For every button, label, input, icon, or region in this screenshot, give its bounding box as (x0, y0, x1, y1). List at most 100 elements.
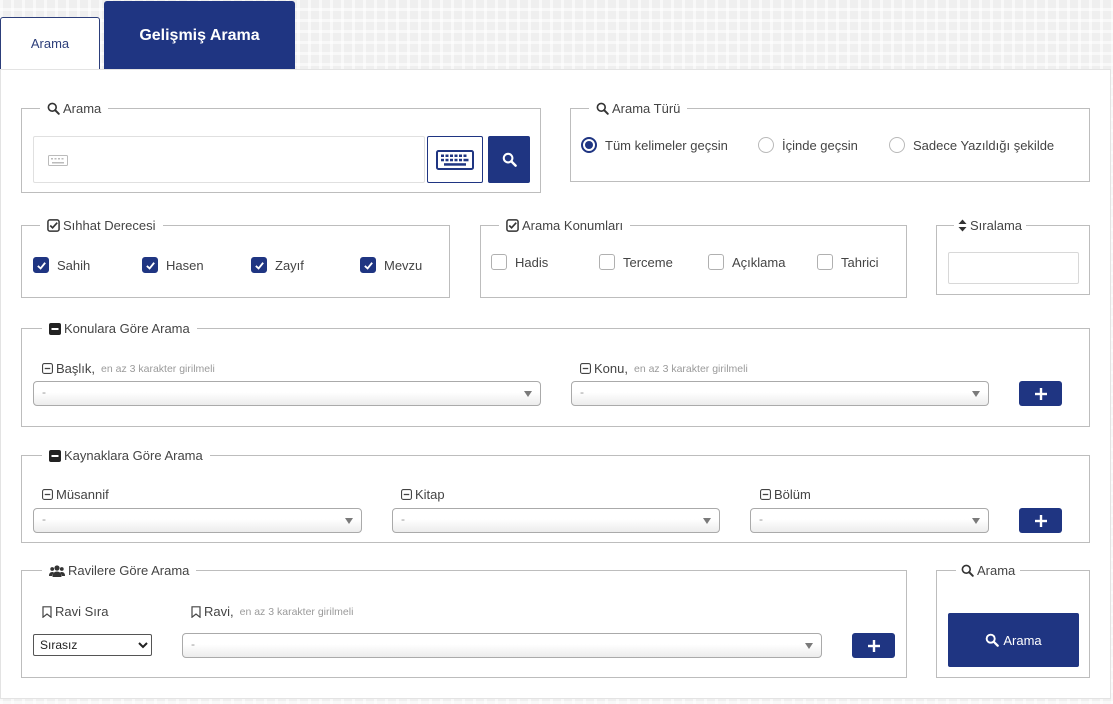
locations-legend: Arama Konumları (499, 217, 631, 234)
locations-legend-text: Arama Konumları (522, 218, 624, 233)
narrator-label: Ravi, en az 3 karakter girilmeli (191, 604, 353, 619)
checkbox-hasen-label: Hasen (166, 257, 204, 273)
minus-square-outline-icon (42, 363, 53, 374)
title-select-value: - (42, 385, 46, 399)
search-fieldset: Arama (21, 100, 541, 193)
sort-icon (958, 219, 967, 232)
keyboard-icon (436, 149, 474, 170)
bookmark-icon (191, 605, 201, 618)
checkbox-mevzu[interactable]: Mevzu (360, 257, 422, 273)
radio-contains[interactable]: İçinde geçsin (758, 137, 858, 153)
checkbox-hasen[interactable]: Hasen (142, 257, 204, 273)
radio-exact-control[interactable] (889, 137, 905, 153)
plus-icon (1034, 387, 1047, 400)
minus-square-icon (49, 322, 61, 335)
checkmark-icon (36, 261, 46, 270)
checkbox-tahrici-label: Tahrici (841, 254, 879, 270)
chevron-down-icon (345, 518, 353, 524)
author-label: Müsannif (42, 487, 109, 502)
search-icon (47, 102, 60, 115)
check-square-icon (47, 219, 60, 232)
search-input[interactable] (33, 136, 425, 183)
minus-square-outline-icon (580, 363, 591, 374)
checkbox-sahih-control[interactable] (33, 257, 49, 273)
topics-fieldset: Konulara Göre Arama Başlık, en az 3 kara… (21, 320, 1090, 427)
submit-fieldset: Arama Arama (936, 562, 1090, 678)
author-label-text: Müsannif (56, 487, 109, 502)
checkbox-mevzu-control[interactable] (360, 257, 376, 273)
radio-exact[interactable]: Sadece Yazıldığı şekilde (889, 137, 1054, 153)
sources-legend-text: Kaynaklara Göre Arama (64, 448, 203, 463)
sorting-select[interactable] (948, 252, 1079, 284)
checkbox-tahrici[interactable]: Tahrici (817, 254, 879, 270)
add-topic-button[interactable] (1019, 381, 1062, 406)
checkbox-hadis-control[interactable] (491, 254, 507, 270)
checkbox-tahrici-control[interactable] (817, 254, 833, 270)
chevron-down-icon (703, 518, 711, 524)
sorting-fieldset: Sıralama (936, 217, 1090, 295)
checkbox-terceme-control[interactable] (599, 254, 615, 270)
radio-contains-label: İçinde geçsin (782, 137, 858, 153)
checkbox-sahih[interactable]: Sahih (33, 257, 90, 273)
search-legend-text: Arama (63, 101, 102, 116)
tab-advanced-search[interactable]: Gelişmiş Arama (104, 1, 295, 70)
title-hint: en az 3 karakter girilmeli (101, 362, 215, 375)
title-label: Başlık, en az 3 karakter girilmeli (42, 361, 215, 376)
users-icon (49, 564, 65, 577)
advanced-search-submit-button[interactable]: Arama (948, 613, 1079, 667)
authenticity-legend: Sıhhat Derecesi (40, 217, 163, 234)
narrators-legend: Ravilere Göre Arama (42, 562, 197, 579)
checkbox-hadis[interactable]: Hadis (491, 254, 548, 270)
topics-legend: Konulara Göre Arama (42, 320, 197, 337)
checkbox-zayif-label: Zayıf (275, 257, 304, 273)
narrator-select[interactable]: - (182, 633, 822, 658)
author-select-value: - (42, 512, 46, 526)
sources-fieldset: Kaynaklara Göre Arama Müsannif - Kitap -… (21, 447, 1090, 543)
section-label: Bölüm (760, 487, 811, 502)
add-source-button[interactable] (1019, 508, 1062, 533)
topic-label: Konu, en az 3 karakter girilmeli (580, 361, 748, 376)
chevron-down-icon (972, 391, 980, 397)
authenticity-legend-text: Sıhhat Derecesi (63, 218, 156, 233)
narrator-hint: en az 3 karakter girilmeli (239, 605, 354, 618)
title-select[interactable]: - (33, 381, 541, 406)
book-select[interactable]: - (392, 508, 720, 533)
checkbox-hasen-control[interactable] (142, 257, 158, 273)
checkbox-zayif[interactable]: Zayıf (251, 257, 304, 273)
checkbox-terceme-label: Terceme (623, 254, 673, 270)
checkmark-icon (145, 261, 155, 270)
narrator-order-label: Ravi Sıra (42, 604, 108, 619)
radio-all-words[interactable]: Tüm kelimeler geçsin (581, 137, 728, 153)
checkbox-aciklama-control[interactable] (708, 254, 724, 270)
section-label-text: Bölüm (774, 487, 811, 502)
tab-simple-search[interactable]: Arama (0, 17, 100, 70)
search-icon (961, 564, 974, 577)
topic-select-value: - (580, 385, 584, 399)
narrator-order-select[interactable]: Sırasız (33, 634, 152, 656)
virtual-keyboard-button[interactable] (427, 136, 483, 183)
radio-all-words-control[interactable] (581, 137, 597, 153)
checkbox-aciklama[interactable]: Açıklama (708, 254, 785, 270)
checkbox-zayif-control[interactable] (251, 257, 267, 273)
author-select[interactable]: - (33, 508, 362, 533)
narrator-label-text: Ravi, (204, 604, 234, 619)
radio-contains-control[interactable] (758, 137, 774, 153)
search-legend: Arama (40, 100, 109, 117)
topic-select[interactable]: - (571, 381, 989, 406)
chevron-down-icon (524, 391, 532, 397)
narrator-select-value: - (191, 637, 195, 651)
plus-icon (1034, 514, 1047, 527)
book-select-value: - (401, 512, 405, 526)
search-submit-button[interactable] (488, 136, 530, 183)
checkmark-icon (363, 261, 373, 270)
locations-fieldset: Arama Konumları Hadis Terceme Açıklama T… (480, 217, 907, 298)
narrators-fieldset: Ravilere Göre Arama Ravi Sıra Sırasız Ra… (21, 562, 907, 678)
checkbox-aciklama-label: Açıklama (732, 254, 786, 270)
checkbox-terceme[interactable]: Terceme (599, 254, 673, 270)
add-narrator-button[interactable] (852, 633, 895, 658)
section-select[interactable]: - (750, 508, 989, 533)
authenticity-fieldset: Sıhhat Derecesi Sahih Hasen Zayıf Mevzu (21, 217, 450, 298)
checkmark-icon (254, 261, 264, 270)
sorting-legend: Sıralama (954, 217, 1027, 234)
sorting-legend-text: Sıralama (970, 218, 1023, 233)
